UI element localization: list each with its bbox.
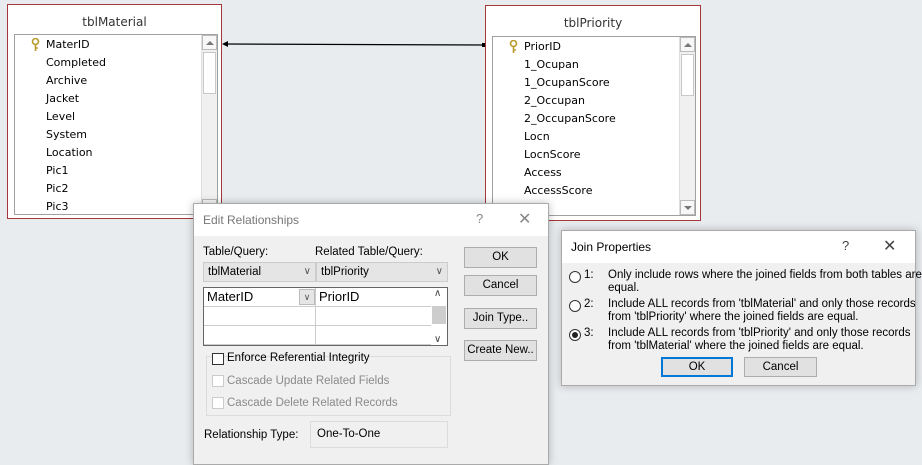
field-item[interactable]: Jacket xyxy=(46,90,79,108)
select-value: tblPriority xyxy=(321,266,369,278)
scroll-thumb[interactable] xyxy=(432,306,446,324)
field-dropdown-button[interactable]: ∨ xyxy=(299,289,315,305)
field-item[interactable]: Pic3 xyxy=(46,198,69,214)
related-field-cell[interactable] xyxy=(316,326,432,345)
chevron-down-icon: ∨ xyxy=(435,266,443,277)
enforce-ri-label: Enforce Referential Integrity xyxy=(227,352,370,364)
field-item[interactable]: PriorID xyxy=(524,38,561,56)
join-option-3-radio[interactable] xyxy=(569,329,581,341)
join-type-button[interactable]: Join Type.. xyxy=(464,308,537,329)
scroll-up-icon[interactable]: ∧ xyxy=(434,288,441,299)
select-value: tblMaterial xyxy=(208,266,262,278)
close-button[interactable]: ✕ xyxy=(518,209,531,229)
dialog-title: Join Properties xyxy=(571,240,652,254)
scroll-thumb[interactable] xyxy=(203,52,216,94)
table-title: tblPriority xyxy=(563,16,623,30)
related-table-label: Related Table/Query: xyxy=(315,246,423,258)
join-option-3-line1: Include ALL records from 'tblPriority' a… xyxy=(608,327,911,339)
field-item[interactable]: System xyxy=(46,126,87,144)
cancel-button[interactable]: Cancel xyxy=(464,275,537,296)
field-item[interactable]: Completed xyxy=(46,54,106,72)
table-field-cell[interactable] xyxy=(204,307,316,326)
scroll-down-icon[interactable]: ∨ xyxy=(434,334,441,345)
join-option-2-num: 2: xyxy=(584,298,594,310)
close-button[interactable]: ✕ xyxy=(883,236,896,256)
field-grid[interactable]: MaterID PriorID ∨ ∧ ∨ xyxy=(203,287,448,346)
create-new-button[interactable]: Create New.. xyxy=(464,340,537,361)
table-tblPriority[interactable]: tblPriority PriorID 1_Ocupan 1_OcupanScore… xyxy=(485,5,701,221)
field-item[interactable]: Level xyxy=(46,108,75,126)
grid-scrollbar[interactable]: ∧ ∨ xyxy=(431,288,447,345)
field-list[interactable]: PriorID 1_Ocupan 1_OcupanScore 2_Occupan 2_O… xyxy=(492,36,696,216)
join-option-2-line2: from 'tblPriority' where the joined fiel… xyxy=(608,311,859,323)
primary-key-icon xyxy=(509,39,518,54)
join-option-1-radio[interactable] xyxy=(569,271,581,283)
related-field-cell[interactable] xyxy=(316,307,432,326)
join-option-1-line1: Only include rows where the joined field… xyxy=(608,269,922,281)
relationship-type-label: Relationship Type: xyxy=(204,429,299,441)
scrollbar[interactable] xyxy=(679,37,695,215)
help-button[interactable]: ? xyxy=(476,211,483,226)
scroll-down-button[interactable] xyxy=(680,200,695,215)
field-item[interactable]: 1_Ocupan xyxy=(524,56,579,74)
primary-key-icon xyxy=(31,37,40,52)
title-bar: Join Properties ? ✕ xyxy=(562,231,915,263)
join-properties-dialog: Join Properties ? ✕ 1: Only include rows … xyxy=(561,230,922,386)
table-query-label: Table/Query: xyxy=(203,246,269,258)
field-item[interactable]: 2_Occupan xyxy=(524,92,585,110)
scroll-up-button[interactable] xyxy=(202,35,217,50)
edit-relationships-dialog: Edit Relationships ? ✕ Table/Query: Rela… xyxy=(193,203,549,465)
field-item[interactable]: Locn xyxy=(524,128,550,146)
field-item[interactable]: Pic2 xyxy=(46,180,69,198)
cascade-delete-label: Cascade Delete Related Records xyxy=(227,397,398,409)
table-field-cell[interactable] xyxy=(204,326,316,345)
table-title: tblMaterial xyxy=(82,15,147,29)
field-item[interactable]: AccessScore xyxy=(524,182,592,200)
title-bar: Edit Relationships ? ✕ xyxy=(194,204,548,236)
scroll-thumb[interactable] xyxy=(681,54,694,96)
scroll-up-button[interactable] xyxy=(680,37,695,52)
join-option-1-line2: equal. xyxy=(608,282,640,294)
cancel-button[interactable]: Cancel xyxy=(744,357,817,377)
dialog-title: Edit Relationships xyxy=(203,213,300,227)
field-item[interactable]: MaterID xyxy=(46,36,90,54)
enforce-ri-checkbox[interactable] xyxy=(212,353,224,365)
cascade-update-checkbox xyxy=(212,375,224,387)
chevron-down-icon: ∨ xyxy=(303,266,311,277)
join-option-3-line2: from 'tblMaterial' where the joined fiel… xyxy=(608,340,864,352)
related-field-cell[interactable]: PriorID xyxy=(316,288,432,307)
cascade-update-label: Cascade Update Related Fields xyxy=(227,375,390,387)
field-item[interactable]: Archive xyxy=(46,72,87,90)
join-option-2-line1: Include ALL records from 'tblMaterial' a… xyxy=(608,298,916,310)
relationship-type-text: One-To-One xyxy=(317,428,381,440)
ok-button[interactable]: OK xyxy=(464,247,537,268)
ok-button[interactable]: OK xyxy=(661,357,733,377)
field-list[interactable]: MaterID Completed Archive Jacket Level System… xyxy=(14,34,218,215)
related-table-select[interactable]: tblPriority ∨ xyxy=(316,262,448,282)
cascade-delete-checkbox xyxy=(212,397,224,409)
scrollbar[interactable] xyxy=(201,35,217,214)
join-option-3-num: 3: xyxy=(584,327,594,339)
field-item[interactable]: Access xyxy=(524,164,562,182)
field-item[interactable]: Location xyxy=(46,144,93,162)
table-tblMaterial[interactable]: tblMaterial MaterID Completed Archive Jacke… xyxy=(7,4,222,219)
relationship-type-value: One-To-One xyxy=(310,421,448,448)
join-option-1-num: 1: xyxy=(584,269,594,281)
help-button[interactable]: ? xyxy=(842,238,849,253)
field-item[interactable]: LocnScore xyxy=(524,146,581,164)
field-item[interactable]: 1_OcupanScore xyxy=(524,74,610,92)
field-item[interactable]: Pic1 xyxy=(46,162,69,180)
field-item[interactable]: 2_OccupanScore xyxy=(524,110,616,128)
table-query-select[interactable]: tblMaterial ∨ xyxy=(203,262,316,282)
join-option-2-radio[interactable] xyxy=(569,300,581,312)
